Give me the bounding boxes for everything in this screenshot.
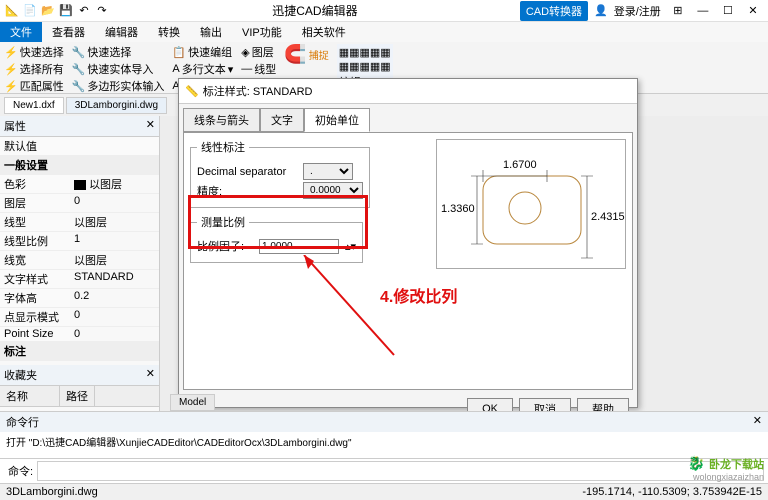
panel-close-icon[interactable]: ✕	[146, 118, 155, 134]
quick-access-toolbar: 📐 📄 📂 💾 ↶ ↷	[4, 3, 110, 19]
cad-convert-button[interactable]: CAD转换器	[520, 1, 588, 21]
panel-close-icon[interactable]: ✕	[753, 414, 762, 430]
model-tab[interactable]: Model	[170, 394, 215, 411]
open-icon[interactable]: 📂	[40, 3, 56, 19]
dimstyle-section[interactable]: 标注	[0, 342, 30, 360]
title-bar: 📐 📄 📂 💾 ↶ ↷ 迅捷CAD编辑器 CAD转换器 👤 登录/注册 ⊞ — …	[0, 0, 768, 22]
watermark: 🐉 卧龙下载站 wolongxiazaizhan	[688, 455, 764, 482]
ribbon-quick-select[interactable]: ⚡快速选择	[4, 44, 64, 60]
user-icon: 👤	[594, 4, 608, 17]
ribbon-quick-select2[interactable]: 🔧快速选择	[72, 44, 165, 60]
dimstyle-dialog: 📏标注样式: STANDARD 线条与箭头 文字 初始单位 线性标注 Decim…	[178, 78, 638, 408]
svg-text:1.6700: 1.6700	[503, 159, 537, 171]
svg-text:1.3360: 1.3360	[441, 203, 475, 215]
dialog-icon: 📏	[185, 85, 199, 98]
status-bar: 3DLamborgini.dwg -195.1714, -110.5309; 3…	[0, 483, 768, 500]
app-title: 迅捷CAD编辑器	[110, 2, 520, 19]
tab-primary-units[interactable]: 初始单位	[304, 108, 370, 132]
tab-help[interactable]: 相关软件	[292, 22, 356, 42]
status-coords: -195.1714, -110.5309; 3.753942E-15	[582, 486, 762, 498]
ribbon-select-all[interactable]: ⚡选择所有	[4, 61, 64, 77]
ribbon-mtext[interactable]: A多行文本▾	[172, 61, 233, 77]
properties-header: 属性✕	[0, 116, 159, 137]
login-link[interactable]: 登录/注册	[614, 3, 661, 19]
annotation-text: 4.修改比列	[380, 283, 457, 307]
command-input[interactable]	[37, 461, 764, 481]
redo-icon[interactable]: ↷	[94, 3, 110, 19]
ribbon-quick-group[interactable]: 📋快速编组	[172, 44, 233, 60]
ribbon-linetype[interactable]: —线型	[241, 61, 276, 77]
general-section[interactable]: 一般设置	[0, 156, 52, 174]
ribbon-match-props[interactable]: ⚡匹配属性	[4, 78, 64, 94]
tab-vip[interactable]: VIP功能	[232, 22, 292, 42]
close-icon[interactable]: ✕	[742, 4, 764, 17]
annotation-arrow	[294, 255, 414, 375]
tab-text[interactable]: 文字	[260, 108, 304, 132]
tab-lines-arrows[interactable]: 线条与箭头	[183, 108, 260, 132]
maximize-icon[interactable]: ☐	[717, 4, 739, 17]
app-icon: 📐	[4, 3, 20, 19]
favorites-header: 收藏夹✕	[0, 365, 159, 386]
dimension-preview: 1.6700 1.3360 2.4315	[436, 139, 626, 269]
status-filename: 3DLamborgini.dwg	[6, 486, 98, 498]
command-log: 打开 "D:\迅捷CAD编辑器\XunjieCADEditor\CADEdito…	[0, 432, 768, 458]
sidebar: 属性✕ 默认值 一般设置 色彩 以图层 图层0 线型以图层 线型比例1 线宽以图…	[0, 116, 160, 416]
menu-bar: 文件 查看器 编辑器 转换 输出 VIP功能 相关软件	[0, 22, 768, 42]
command-panel: 命令行✕ 打开 "D:\迅捷CAD编辑器\XunjieCADEditor\CAD…	[0, 411, 768, 483]
ribbon-snap[interactable]: 🧲捕捉	[284, 44, 328, 65]
save-icon[interactable]: 💾	[58, 3, 74, 19]
doctab-new1[interactable]: New1.dxf	[4, 97, 64, 114]
window-controls: ⊞ — ☐ ✕	[667, 4, 764, 17]
undo-icon[interactable]: ↶	[76, 3, 92, 19]
new-icon[interactable]: 📄	[22, 3, 38, 19]
tab-file[interactable]: 文件	[0, 22, 42, 42]
doctab-lamborgini[interactable]: 3DLamborgini.dwg	[66, 97, 167, 114]
decimal-sep-select[interactable]: .	[303, 163, 353, 180]
minimize-icon[interactable]: —	[692, 5, 714, 17]
settings-icon[interactable]: ⊞	[667, 4, 689, 17]
ribbon-poly-input[interactable]: 🔧多边形实体输入	[72, 78, 165, 94]
annotation-highlight	[188, 195, 368, 249]
tab-viewer[interactable]: 查看器	[42, 22, 95, 42]
svg-text:2.4315: 2.4315	[591, 211, 625, 223]
ribbon-layer[interactable]: ◈图层	[241, 44, 276, 60]
ribbon-entity-import[interactable]: 🔧快速实体导入	[72, 61, 165, 77]
panel-close-icon[interactable]: ✕	[146, 367, 155, 383]
tab-convert[interactable]: 转换	[148, 22, 190, 42]
tab-output[interactable]: 输出	[190, 22, 232, 42]
dialog-titlebar[interactable]: 📏标注样式: STANDARD	[179, 79, 637, 104]
tab-editor[interactable]: 编辑器	[95, 22, 148, 42]
properties-grid: 默认值 一般设置 色彩 以图层 图层0 线型以图层 线型比例1 线宽以图层 文字…	[0, 137, 159, 361]
